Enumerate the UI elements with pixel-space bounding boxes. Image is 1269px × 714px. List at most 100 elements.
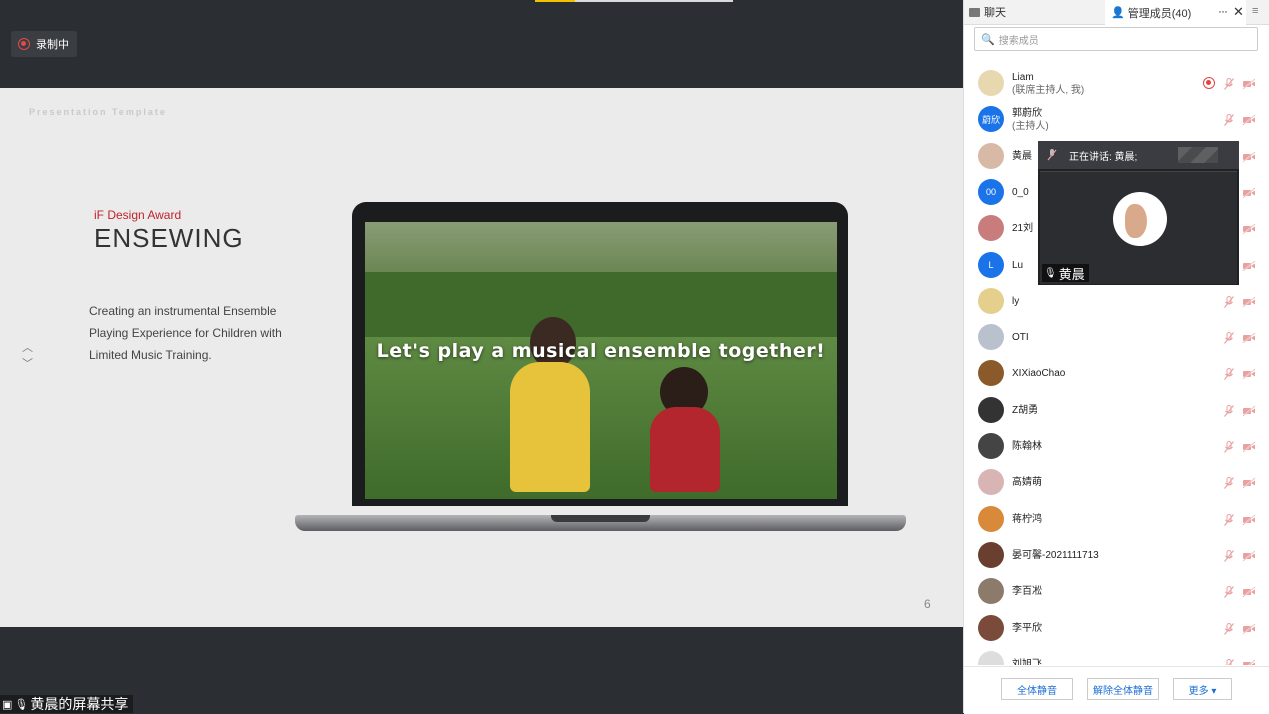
member-row[interactable]: 蒋柠鸿 <box>964 501 1269 537</box>
member-row[interactable]: Liam (联席主持人, 我) <box>964 65 1269 101</box>
member-row[interactable]: 刘旭飞 <box>964 646 1269 665</box>
screen-headline: Let's play a musical ensemble together! <box>376 340 826 362</box>
member-row[interactable]: 晏可馨-2021111713 <box>964 537 1269 573</box>
mic-muted-icon[interactable] <box>1223 113 1235 127</box>
camera-off-icon[interactable] <box>1242 404 1256 417</box>
mic-muted-icon[interactable] <box>1223 585 1235 599</box>
camera-off-icon[interactable] <box>1242 367 1256 380</box>
member-row[interactable]: 蔚欣 郭蔚欣 (主持人) <box>964 101 1269 137</box>
members-panel: 聊天 👤 管理成员(40) ··· ✕ ≡ 🔍 搜索成员 Liam (联席主持人,… <box>963 0 1269 714</box>
unmute-all-button[interactable]: 解除全体静音 <box>1087 678 1159 700</box>
avatar <box>978 614 1004 641</box>
member-name: 刘旭飞 <box>1012 658 1042 665</box>
tab-chat-label: 聊天 <box>984 7 1006 19</box>
search-icon: 🔍 <box>981 33 995 46</box>
avatar <box>978 650 1004 665</box>
camera-off-icon[interactable] <box>1242 513 1256 526</box>
award-title: iF Design Award <box>94 208 182 222</box>
more-options-icon[interactable]: ··· <box>1218 4 1228 18</box>
search-input[interactable]: 🔍 搜索成员 <box>974 27 1258 51</box>
member-name: 黄晨 <box>1012 150 1032 162</box>
mic-muted-icon[interactable] <box>1223 77 1235 90</box>
camera-off-icon[interactable] <box>1242 658 1256 665</box>
member-name-block: 陈翰林 <box>1012 440 1042 453</box>
more-button[interactable]: 更多 ▾ <box>1173 678 1232 700</box>
member-role: (主持人) <box>1012 121 1049 133</box>
share-toolbar-indicator[interactable] <box>535 0 733 2</box>
avatar <box>978 324 1004 351</box>
tab-members-label: 管理成员(40) <box>1127 7 1192 20</box>
camera-off-icon[interactable] <box>1242 549 1256 562</box>
avatar <box>978 142 1004 169</box>
member-row[interactable]: ly <box>964 283 1269 319</box>
mute-all-button[interactable]: 全体静音 <box>1001 678 1073 700</box>
camera-off-icon[interactable] <box>1242 622 1256 634</box>
recording-status-icon <box>1203 77 1215 89</box>
camera-off-icon[interactable] <box>1242 331 1256 344</box>
camera-off-icon[interactable] <box>1242 259 1256 271</box>
member-row[interactable]: Z胡勇 <box>964 392 1269 428</box>
member-name: Liam <box>1012 72 1034 83</box>
camera-off-icon[interactable] <box>1242 77 1256 90</box>
slide-nav-arrows: ︿ ﹀ <box>22 340 33 372</box>
recording-indicator[interactable]: 录制中 <box>11 31 77 57</box>
camera-off-icon[interactable] <box>1242 186 1256 199</box>
member-name-block: 晏可馨-2021111713 <box>1012 549 1099 562</box>
member-name-block: 0_0 <box>1012 186 1029 199</box>
mic-muted-icon[interactable] <box>1223 658 1235 665</box>
member-name-block: OTI <box>1012 331 1029 344</box>
active-speaker-popup[interactable]: 正在讲话: 黄晨; 🎙 黄晨 <box>1038 141 1239 285</box>
member-name-block: Z胡勇 <box>1012 404 1038 417</box>
member-row[interactable]: 陈翰林 <box>964 428 1269 464</box>
brand-title: ENSEWING <box>94 223 244 253</box>
member-row[interactable]: XIXiaoChao <box>964 355 1269 391</box>
mic-muted-icon[interactable] <box>1223 549 1235 562</box>
tab-members[interactable]: 👤 管理成员(40) ··· ✕ <box>1105 0 1246 25</box>
menu-icon[interactable]: ≡ <box>1252 5 1258 17</box>
camera-off-icon[interactable] <box>1242 222 1256 235</box>
member-name: 李百凇 <box>1012 586 1042 598</box>
member-name-block: 郭蔚欣 (主持人) <box>1012 107 1049 133</box>
member-name: Z胡勇 <box>1012 404 1039 416</box>
member-name-block: 蒋柠鸿 <box>1012 513 1042 526</box>
member-name: 蒋柠鸿 <box>1012 513 1042 525</box>
share-owner-label: ▣ 🎙 黄晨的屏幕共享 <box>0 695 134 713</box>
camera-off-icon[interactable] <box>1242 295 1256 308</box>
avatar: 蔚欣 <box>978 106 1004 133</box>
microphone-icon: 🎙 <box>14 698 29 711</box>
member-row[interactable]: 李百凇 <box>964 573 1269 609</box>
member-name-block: 高婧萌 <box>1012 476 1042 489</box>
mic-muted-icon[interactable] <box>1223 367 1235 381</box>
mic-muted-icon[interactable] <box>1223 440 1235 453</box>
member-row[interactable]: OTI <box>964 319 1269 355</box>
member-row[interactable]: 高婧萌 <box>964 464 1269 500</box>
camera-off-icon[interactable] <box>1242 150 1256 163</box>
avatar <box>978 469 1004 496</box>
close-icon[interactable]: ✕ <box>1233 4 1244 20</box>
camera-off-icon[interactable] <box>1242 113 1256 126</box>
camera-off-icon[interactable] <box>1242 476 1256 489</box>
shared-slide: Presentation Template iF Design Award EN… <box>0 88 963 627</box>
camera-off-icon[interactable] <box>1242 585 1256 598</box>
member-name-block: 李百凇 <box>1012 585 1042 598</box>
member-row[interactable]: 李平欣 <box>964 610 1269 646</box>
member-name: 郭蔚欣 <box>1012 108 1042 120</box>
member-name: 0_0 <box>1012 186 1029 198</box>
avatar <box>978 396 1004 423</box>
member-name-block: 刘旭飞 <box>1012 658 1042 665</box>
mic-muted-icon[interactable] <box>1223 476 1235 490</box>
member-name: 21刘 <box>1012 223 1034 235</box>
mic-muted-icon[interactable] <box>1223 331 1235 344</box>
member-name-block: 黄晨 <box>1012 150 1032 163</box>
mic-muted-icon[interactable] <box>1223 295 1235 308</box>
laptop-notch <box>551 515 650 522</box>
mic-muted-icon[interactable] <box>1223 513 1235 526</box>
camera-off-icon[interactable] <box>1242 440 1256 453</box>
laptop-mockup: Let's play a musical ensemble together! <box>352 202 848 506</box>
active-speaker-label: 正在讲话: 黄晨; <box>1069 151 1138 163</box>
tab-chat[interactable]: 聊天 <box>964 0 1106 24</box>
recording-label: 录制中 <box>36 39 69 51</box>
mic-muted-icon[interactable] <box>1223 404 1235 417</box>
member-name-block: Liam (联席主持人, 我) <box>1012 71 1084 97</box>
mic-muted-icon[interactable] <box>1223 622 1235 635</box>
